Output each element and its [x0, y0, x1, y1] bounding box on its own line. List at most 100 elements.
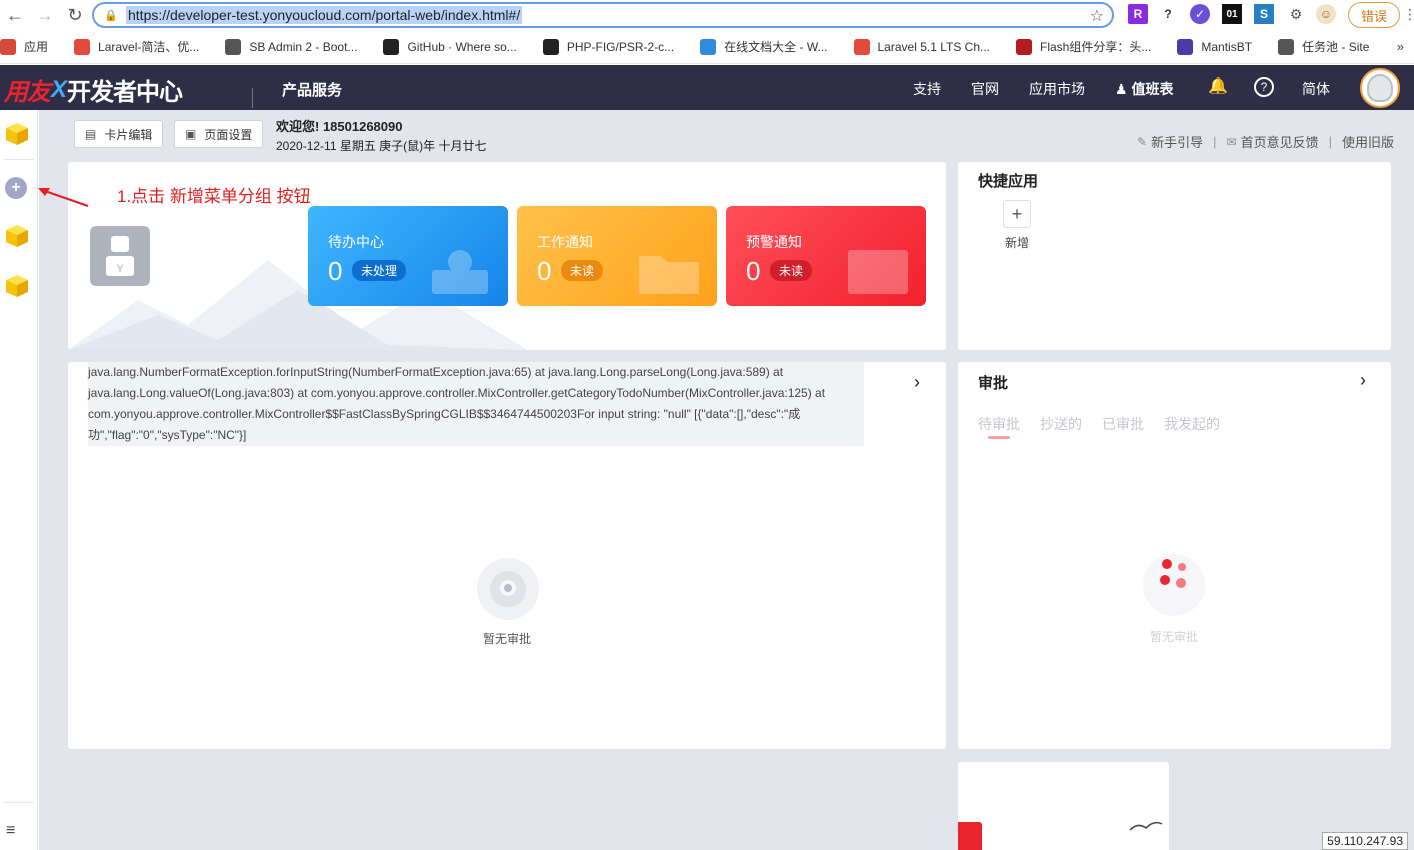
alarm-icon [848, 250, 908, 294]
extension-check-icon[interactable]: ✓ [1190, 4, 1210, 24]
url-text[interactable]: https://developer-test.yonyoucloud.com/p… [126, 6, 523, 24]
feedback-link[interactable]: 首页意见反馈 [1241, 132, 1319, 151]
cube-icon[interactable] [5, 224, 29, 248]
stat-badge: 未读 [561, 260, 604, 281]
bookmark-favicon-icon [0, 38, 16, 55]
add-menu-group-button[interactable]: + [5, 177, 27, 199]
todo-center-card[interactable]: 待办中心 0 未处理 [308, 206, 508, 306]
extension-01-icon[interactable]: 01 [1222, 4, 1242, 24]
cube-icon[interactable] [5, 122, 29, 146]
user-placeholder-icon: Y [106, 236, 134, 276]
ip-address: 59.110.247.93 [1322, 832, 1408, 850]
card-edit-button[interactable]: ▤ 卡片编辑 [74, 120, 164, 148]
bookmark-label: PHP-FIG/PSR-2-c... [566, 39, 675, 54]
annotation-text: 1.点击 新增菜单分组 按钮 [117, 187, 311, 206]
bookmark-item[interactable]: MantisBT [1177, 38, 1252, 55]
browser-menu-icon[interactable]: ⋮ [1403, 6, 1414, 23]
nav-app-market[interactable]: 应用市场 [1029, 79, 1085, 99]
alert-notice-card[interactable]: 预警通知 0 未读 [726, 206, 926, 306]
top-links: ✎ 新手引导 | ✉ 首页意见反馈 | 使用旧版 [1137, 132, 1394, 151]
page-settings-label: 页面设置 [204, 127, 253, 142]
user-avatar[interactable] [1360, 68, 1400, 108]
product-services-menu[interactable]: 产品服务 [282, 79, 342, 100]
bookmarks-more-icon[interactable]: » [1397, 39, 1404, 54]
bookmark-item[interactable]: PHP-FIG/PSR-2-c... [542, 38, 675, 55]
language-switch[interactable]: 简体 [1302, 79, 1330, 99]
reload-button[interactable]: ↻ [60, 0, 90, 30]
stat-count: 0 [537, 256, 552, 286]
collapse-menu-icon[interactable]: ≡ [6, 822, 15, 840]
bookmark-item[interactable]: GitHub · Where so... [383, 38, 517, 55]
old-version-link[interactable]: 使用旧版 [1342, 132, 1394, 151]
bookmark-favicon-icon [853, 38, 870, 55]
bookmark-star-icon[interactable]: ☆ [1090, 6, 1104, 26]
extensions-puzzle-icon[interactable]: ⚙ [1286, 4, 1306, 24]
newbie-guide-link[interactable]: 新手引导 [1151, 132, 1203, 151]
app-header: 用友 X 开发者中心 产品服务 支持 官网 应用市场 ♟ 值班表 🔔 ? 简体 [0, 65, 1414, 110]
robot-empty-icon [477, 558, 539, 620]
stat-count: 0 [746, 256, 761, 286]
chevron-right-icon[interactable]: › [914, 372, 920, 393]
logo[interactable]: 用友 X 开发者中心 [4, 72, 183, 107]
error-message: java.lang.NumberFormatException.forInput… [88, 362, 864, 446]
logo-brand: 用友 [4, 79, 51, 106]
quick-apps-card: 快捷应用 + 新增 [958, 162, 1391, 350]
stat-title: 待办中心 [328, 234, 384, 250]
error-button[interactable]: 错误 [1348, 2, 1400, 28]
person-icon: ♟ [1115, 81, 1128, 97]
stat-count: 0 [328, 256, 343, 286]
bookmark-item[interactable]: Laravel-简洁、优... [74, 38, 199, 55]
chevron-right-icon[interactable]: › [1360, 370, 1366, 391]
bookmark-item[interactable]: 应用 [0, 38, 48, 55]
page-settings-button[interactable]: ▣ 页面设置 [174, 120, 264, 148]
tab-approved[interactable]: 已审批 [1102, 414, 1144, 434]
red-block-icon [958, 822, 982, 850]
approval-empty-text: 暂无审批 [1150, 630, 1199, 644]
stat-badge: 未读 [770, 260, 813, 281]
inbox-clock-icon [432, 250, 488, 294]
link-separator: | [1213, 134, 1217, 149]
stat-title: 工作通知 [537, 234, 593, 250]
extension-help-icon[interactable]: ? [1158, 4, 1178, 24]
bell-icon[interactable]: 🔔 [1208, 76, 1228, 96]
help-icon[interactable]: ? [1254, 77, 1274, 97]
work-notice-card[interactable]: 工作通知 0 未读 [517, 206, 717, 306]
folder-icon [639, 256, 699, 294]
nav-support[interactable]: 支持 [913, 79, 941, 99]
card-edit-icon: ▤ [85, 127, 97, 141]
nav-official-site[interactable]: 官网 [971, 79, 999, 99]
page-settings-icon: ▣ [185, 127, 197, 141]
bookmark-favicon-icon [1016, 38, 1032, 55]
bookmark-item[interactable]: 任务池 - Site [1278, 38, 1369, 55]
bookmark-favicon-icon [383, 38, 400, 55]
tab-cc[interactable]: 抄送的 [1040, 414, 1082, 434]
nav-duty-roster[interactable]: ♟ 值班表 [1115, 79, 1173, 99]
bookmark-item[interactable]: Laravel 5.1 LTS Ch... [853, 38, 990, 55]
profile-avatar[interactable]: Y [90, 226, 150, 286]
bookmark-item[interactable]: SB Admin 2 - Boot... [225, 38, 358, 55]
cube-icon[interactable] [5, 274, 29, 298]
quick-apps-title: 快捷应用 [978, 173, 1039, 190]
empty-approval-text: 暂无审批 [483, 632, 532, 646]
workspace: ▤ 卡片编辑 ▣ 页面设置 欢迎您! 18501268090 2020-12-1… [39, 110, 1414, 850]
tab-initiated[interactable]: 我发起的 [1164, 414, 1220, 434]
bookmark-favicon-icon [1278, 38, 1295, 55]
forward-button[interactable]: → [30, 0, 60, 30]
bookmark-label: SB Admin 2 - Boot... [249, 39, 358, 54]
add-quick-app-button[interactable]: + [1003, 200, 1031, 228]
partial-card [958, 762, 1169, 850]
extension-s-icon[interactable]: S [1254, 4, 1274, 24]
sidebar-divider [4, 802, 34, 803]
bookmark-item[interactable]: Flash组件分享：头... [1016, 38, 1151, 55]
bookmark-item[interactable]: 在线文档大全 - W... [700, 38, 828, 55]
address-bar[interactable]: 🔒 https://developer-test.yonyoucloud.com… [92, 2, 1114, 28]
stat-title: 预警通知 [746, 234, 802, 250]
logo-title: 开发者中心 [67, 79, 183, 106]
profile-icon[interactable]: ☺ [1316, 4, 1336, 24]
back-button[interactable]: ← [0, 0, 30, 30]
bookmark-label: GitHub · Where so... [407, 39, 517, 54]
todo-card: java.lang.NumberFormatException.forInput… [68, 362, 946, 749]
bookmarks-bar: 应用 Laravel-简洁、优... SB Admin 2 - Boot... Git… [0, 30, 1414, 64]
extension-rp-icon[interactable]: R [1128, 4, 1148, 24]
tab-pending-approval[interactable]: 待审批 [978, 414, 1020, 434]
